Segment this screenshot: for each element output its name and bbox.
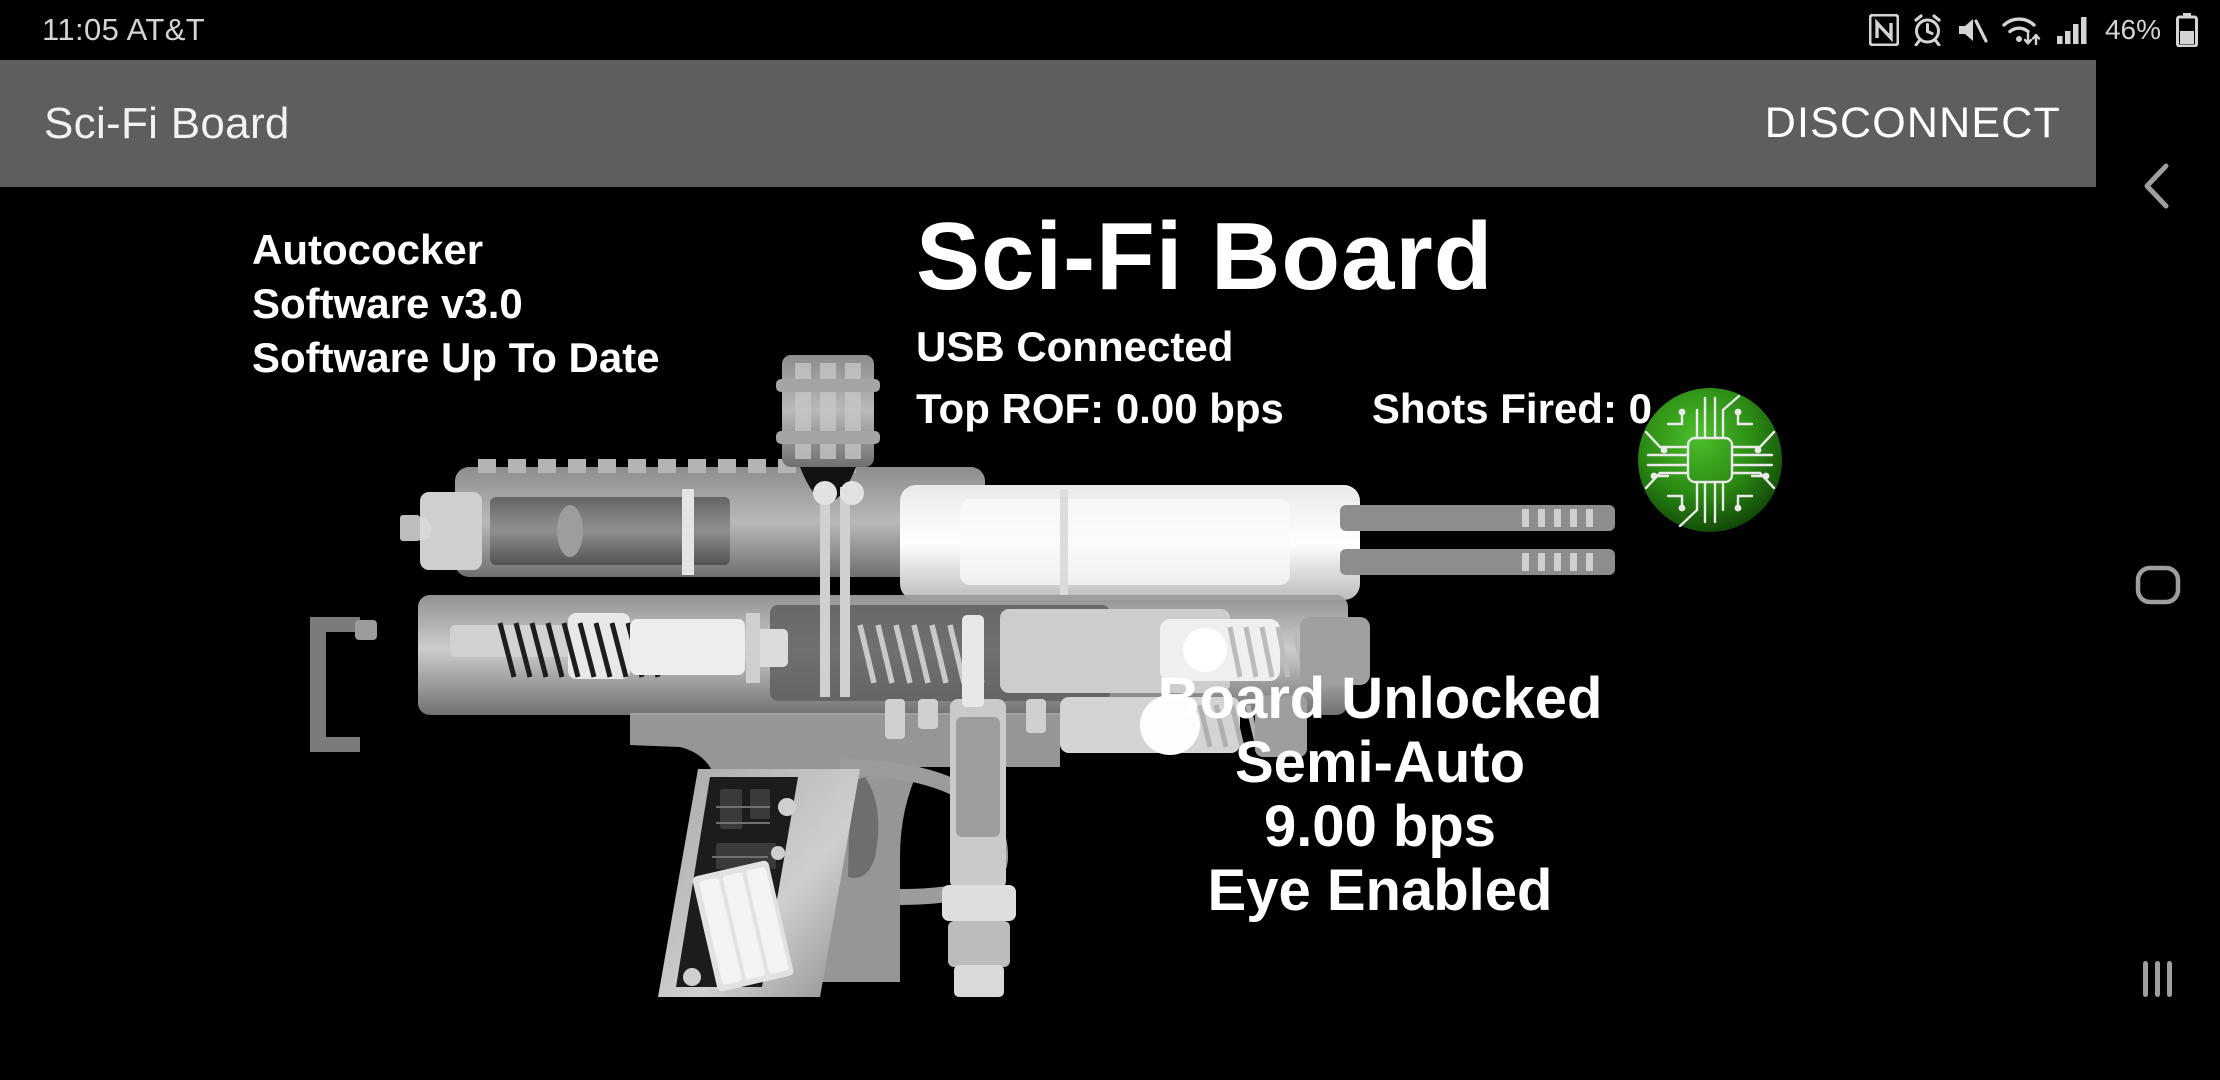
eye-state-label: Eye Enabled: [1207, 858, 1553, 923]
back-chevron-icon[interactable]: [2137, 160, 2179, 212]
connection-status-label: USB Connected: [916, 323, 1234, 370]
fire-mode-label: Semi-Auto: [1235, 730, 1525, 795]
marker-model-label: Autococker: [252, 226, 484, 273]
recents-icon[interactable]: [2135, 958, 2181, 1000]
nfc-icon: [1868, 14, 1899, 46]
signal-icon: [2056, 15, 2090, 45]
android-status-bar: 11:05 AT&T 46%: [0, 0, 2220, 60]
board-lock-state-label: Board Unlocked: [1157, 666, 1603, 731]
disconnect-button[interactable]: DISCONNECT: [1765, 99, 2061, 148]
main-content: Autococker Software v3.0 Software Up To …: [0, 187, 2096, 1080]
marker-info-block: Autococker Software v3.0 Software Up To …: [252, 223, 660, 385]
board-headline-group: Sci-Fi Board USB Connected Top ROF: 0.00…: [916, 207, 1652, 433]
battery-percent-label: 46%: [2104, 14, 2161, 45]
circuit-chip-logo: [1634, 384, 1786, 536]
rate-of-fire-label: 9.00 bps: [1263, 794, 1497, 859]
board-status-block: Board Unlocked Semi-Auto 9.00 bps Eye En…: [1080, 667, 1680, 923]
alarm-icon: [1912, 14, 1943, 46]
screen-root: 11:05 AT&T 46% Sci-Fi Board DISCONNECT A…: [0, 0, 2220, 1080]
top-rof-label: Top ROF: 0.00 bps: [916, 385, 1284, 432]
mute-icon: [1956, 15, 1988, 45]
status-time-carrier: 11:05 AT&T: [42, 12, 206, 47]
stats-row: Top ROF: 0.00 bps Shots Fired: 0: [916, 385, 1652, 433]
board-name-title: Sci-Fi Board: [916, 203, 1494, 310]
battery-icon: [2176, 13, 2198, 47]
home-icon[interactable]: [2135, 565, 2181, 605]
wifi-icon: [2001, 14, 2043, 46]
software-update-status-label: Software Up To Date: [252, 334, 660, 381]
app-title: Sci-Fi Board: [44, 98, 290, 148]
status-icon-group: 46%: [1868, 13, 2198, 47]
app-header-bar: Sci-Fi Board DISCONNECT: [0, 60, 2096, 187]
software-version-label: Software v3.0: [252, 280, 523, 327]
shots-fired-label: Shots Fired: 0: [1371, 385, 1652, 432]
android-navigation-bar: [2096, 60, 2220, 1080]
